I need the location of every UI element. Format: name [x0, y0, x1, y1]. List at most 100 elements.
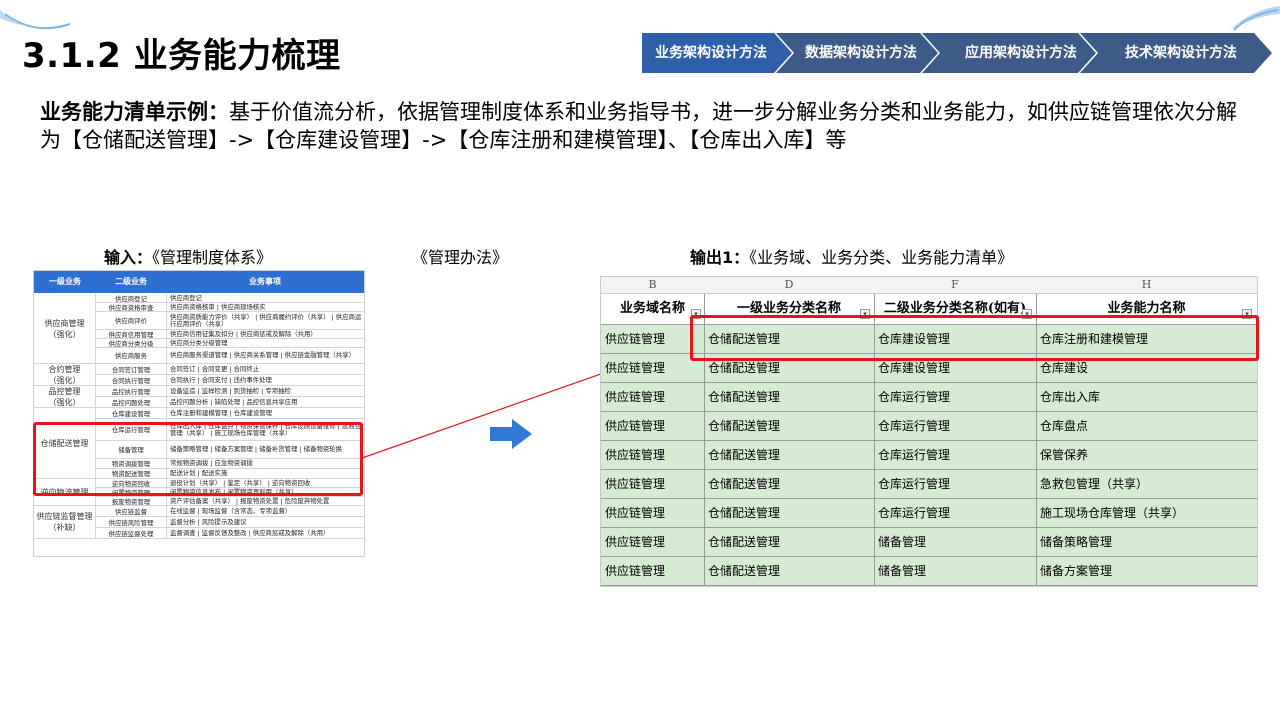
table-cell: 供应链管理 — [605, 564, 666, 578]
table-row: 供应链管理 仓储配送管理 仓库运行管理 仓库盘点 — [601, 412, 1257, 441]
input-level1-cell: 合约管理 （强化） — [34, 364, 96, 386]
input-table-row: 供应链监督处理 监督调查 | 监督反馈及整改 | 供应商惩戒及解除（共用） — [96, 528, 364, 539]
input-items-cell: 合同签订 | 合同变更 | 合同终止 — [170, 364, 260, 373]
table-cell: 供应链管理 — [605, 477, 666, 491]
table-row: 供应链管理 仓储配送管理 储备管理 储备策略管理 — [601, 528, 1257, 557]
input-items-cell: 设备监造 | 监样检测 | 到货抽检 | 专项抽检 — [170, 386, 291, 395]
description: 业务能力清单示例：基于价值流分析，依据管理制度体系和业务指导书，进一步分解业务分… — [40, 98, 1240, 154]
input-items-cell: 供应商登记 — [170, 293, 202, 302]
input-items-cell: 资产评估备案（共享） | 报废物资处置 | 危险废弃物处置 — [170, 496, 330, 505]
table-cell: 仓库运行管理 — [878, 506, 951, 520]
table-cell: 储备策略管理 — [1040, 535, 1113, 549]
table-cell: 仓储配送管理 — [708, 448, 781, 462]
table-row: 供应链管理 仓储配送管理 仓库运行管理 保管保养 — [601, 441, 1257, 470]
input-level2-cell: 供应链监督 — [96, 506, 167, 516]
input-caption: 输入：《管理制度体系》 — [104, 244, 272, 268]
table-row: 供应链管理 仓储配送管理 仓库运行管理 仓库出入库 — [601, 383, 1257, 412]
table-cell: 仓储配送管理 — [708, 564, 781, 578]
page-title: 3.1.2 业务能力梳理 — [22, 36, 341, 76]
table-cell: 储备管理 — [878, 564, 927, 578]
table-cell: 仓库运行管理 — [878, 419, 951, 433]
input-items-cell: 在线监督 | 现场监督（含常态、专项监督） — [170, 506, 292, 515]
input-level2-cell: 供应商登记 — [96, 294, 167, 303]
input-items-cell: 供应商资质能力评价（共享） | 供应商履约评价（共享） | 供应商运行应用评价（… — [170, 312, 362, 328]
input-items-cell: 合同执行 | 合同支付 | 违约事件处理 — [170, 375, 272, 384]
table-cell: 仓储配送管理 — [708, 419, 781, 433]
input-level2-cell: 供应商评价 — [96, 312, 167, 329]
input-level2-cell: 供应商资格审查 — [96, 303, 167, 312]
nav-step-business[interactable]: 业务架构设计方法 — [642, 33, 780, 73]
input-table-row: 供应商分类分级 供应商分类分级管理 — [96, 339, 364, 348]
table-cell: 仓储配送管理 — [708, 477, 781, 491]
col-letter-d: D — [784, 278, 794, 291]
table-cell: 仓库运行管理 — [878, 390, 951, 404]
input-level2-cell: 供应链监督处理 — [96, 528, 167, 538]
input-level1-cell: 品控管理 （强化） — [34, 386, 96, 408]
col-letter-h: H — [1141, 278, 1152, 291]
input-table-row: 合同执行管理 合同执行 | 合同支付 | 违约事件处理 — [96, 375, 364, 386]
table-cell: 供应链管理 — [605, 535, 666, 549]
input-header-level1: 一级业务 — [49, 277, 81, 286]
table-cell: 仓库出入库 — [1040, 390, 1101, 404]
input-table-row: 供应链监督 在线监督 | 现场监督（含常态、专项监督） — [96, 506, 364, 517]
table-cell: 储备管理 — [878, 535, 927, 549]
table-cell: 供应链管理 — [605, 361, 666, 375]
input-items-cell: 仓库注册和建模管理 | 仓库建设管理 — [170, 408, 273, 417]
input-level1-cell: 供应商管理 （强化） — [34, 294, 96, 364]
table-cell: 供应链管理 — [605, 419, 666, 433]
table-cell: 急救包管理（共享） — [1040, 477, 1149, 491]
input-table-row: 供应商服务 供应商服务渠道管理 | 供应商关系管理 | 供应链金融管理（共享） — [96, 348, 364, 364]
input-items-cell: 监督分析 | 风险提示及建议 — [170, 517, 247, 526]
table-cell: 仓库运行管理 — [878, 477, 951, 491]
input-header-items: 业务事项 — [249, 277, 281, 286]
input-level2-cell: 品控问题处理 — [96, 397, 167, 407]
table-cell: 保管保养 — [1040, 448, 1089, 462]
col-letter-f: F — [951, 278, 959, 291]
input-level2-cell: 供应链风险管理 — [96, 517, 167, 527]
input-items-cell: 供应商信用征集及扣分 | 供应商惩戒及解除（共用） — [170, 329, 317, 338]
col-letter-b: B — [648, 278, 657, 291]
input-highlight-box — [33, 422, 363, 496]
input-caption-text: 《管理制度体系》 — [152, 248, 273, 267]
table-cell: 供应链管理 — [605, 390, 666, 404]
table-cell: 施工现场仓库管理（共享） — [1040, 506, 1185, 520]
input-items-cell: 监督调查 | 监督反馈及整改 | 供应商惩戒及解除（共用） — [170, 528, 330, 537]
input-level2-cell: 合同签订管理 — [96, 364, 167, 374]
input-table-row: 供应链风险管理 监督分析 | 风险提示及建议 — [96, 517, 364, 528]
table-cell: 仓库盘点 — [1040, 419, 1089, 433]
input-level1-cell: 供应链监督管理 （补缺） — [34, 506, 96, 539]
description-lead: 业务能力清单示例： — [40, 100, 229, 124]
table-cell: 供应链管理 — [605, 506, 666, 520]
input-table-row: 供应商资格审查 供应商资格核审 | 供应商现场核实 — [96, 303, 364, 312]
nav-step-technology[interactable]: 技术架构设计方法 — [1106, 33, 1256, 73]
table-cell: 供应链管理 — [605, 332, 666, 346]
input-level2-cell: 品控执行管理 — [96, 386, 167, 396]
input-table-row: 仓库建设管理 仓库注册和建模管理 | 仓库建设管理 — [96, 408, 364, 419]
input-table-row: 报废物资管理 资产评估备案（共享） | 报废物资处置 | 危险废弃物处置 — [96, 497, 364, 506]
input-items-cell: 品控问题分析 | 缺陷处理 | 品控信息共享应用 — [170, 397, 298, 406]
input-caption-2: 《管理办法》 — [412, 248, 509, 267]
table-row: 供应链管理 仓储配送管理 储备管理 储备方案管理 — [601, 557, 1257, 586]
header-domain: 业务域名称 — [619, 301, 685, 316]
table-cell: 仓储配送管理 — [708, 390, 781, 404]
input-table-row: 品控问题处理 品控问题分析 | 缺陷处理 | 品控信息共享应用 — [96, 397, 364, 408]
input-table-row: 供应商评价 供应商资质能力评价（共享） | 供应商履约评价（共享） | 供应商运行… — [96, 312, 364, 330]
flow-arrow-icon — [490, 419, 532, 449]
input-level2-cell: 供应商分类分级 — [96, 339, 167, 348]
nav-step-application[interactable]: 应用架构设计方法 — [946, 33, 1096, 73]
table-cell: 仓储配送管理 — [708, 506, 781, 520]
input-items-cell: 供应商资格核审 | 供应商现场核实 — [170, 302, 266, 311]
output-caption: 输出1：《业务域、业务分类、业务能力清单》 — [690, 244, 1013, 268]
method-nav: 业务架构设计方法 数据架构设计方法 应用架构设计方法 技术架构设计方法 — [642, 33, 1272, 73]
input-table-row: 合同签订管理 合同签订 | 合同变更 | 合同终止 — [96, 364, 364, 375]
table-row: 供应链管理 仓储配送管理 仓库运行管理 急救包管理（共享） — [601, 470, 1257, 499]
table-row: 供应链管理 仓储配送管理 仓库运行管理 施工现场仓库管理（共享） — [601, 499, 1257, 528]
input-items-cell: 供应商分类分级管理 — [170, 338, 228, 347]
table-cell: 供应链管理 — [605, 448, 666, 462]
nav-step-data[interactable]: 数据架构设计方法 — [792, 33, 930, 73]
input-level2-cell: 供应商信用管理 — [96, 330, 167, 339]
input-level2-cell: 仓库建设管理 — [96, 408, 167, 418]
output-caption-text: 《业务域、业务分类、业务能力清单》 — [749, 248, 1014, 267]
input-level2-cell: 供应商服务 — [96, 348, 167, 363]
input-level2-cell: 报废物资管理 — [96, 497, 167, 506]
